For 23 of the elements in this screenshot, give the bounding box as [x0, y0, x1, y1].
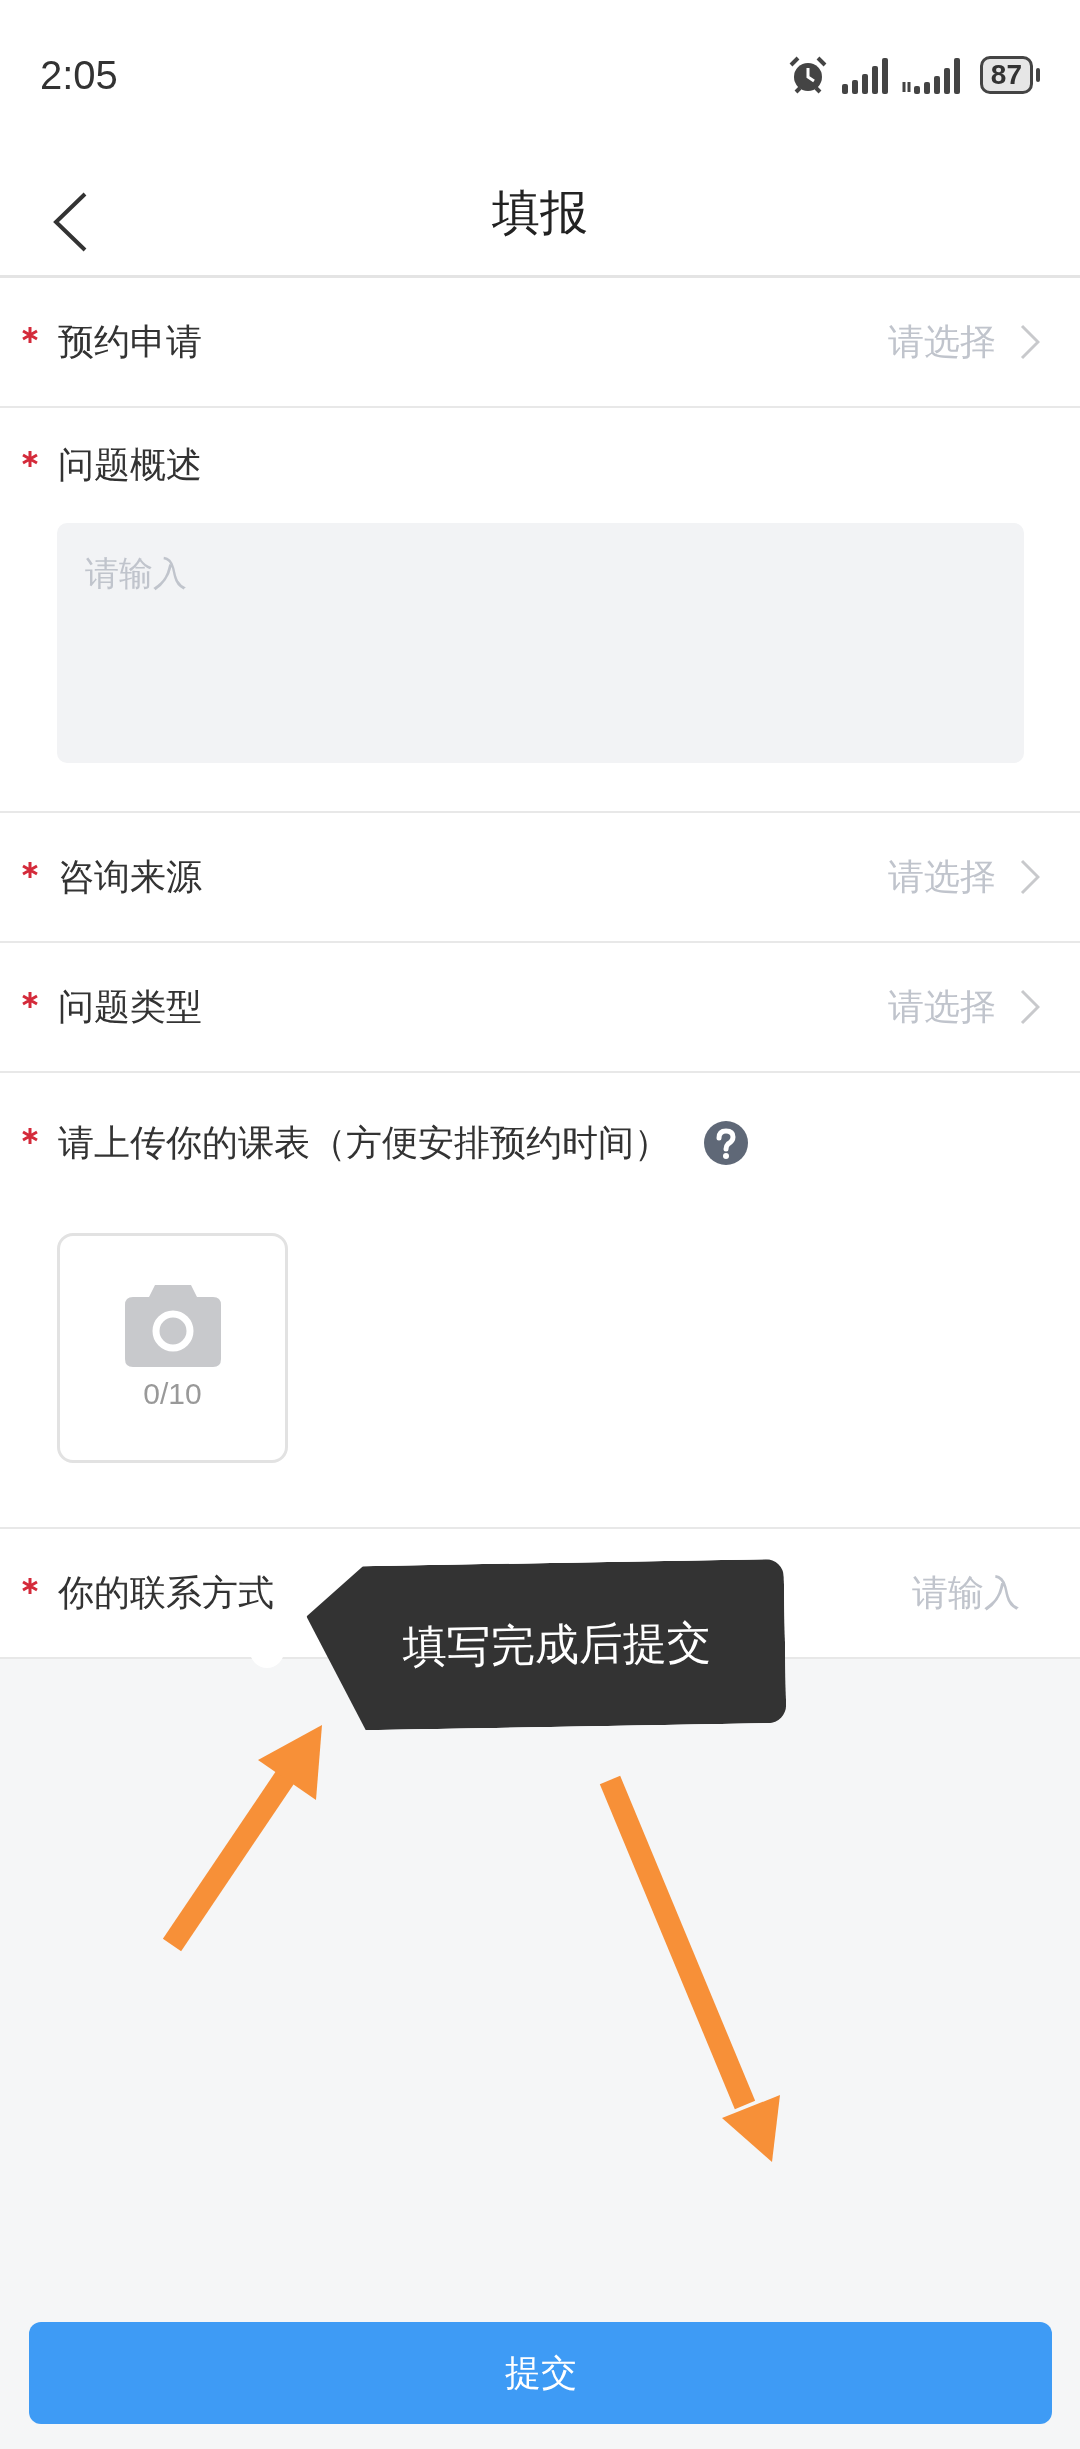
- tooltip: 填写完成后提交: [305, 1558, 787, 1732]
- alarm-icon: [787, 56, 828, 94]
- camera-icon: [124, 1285, 221, 1367]
- photo-upload-button[interactable]: 0/10: [57, 1233, 288, 1463]
- select-field[interactable]: 请选择: [888, 317, 1040, 367]
- select-field[interactable]: 请选择: [888, 982, 1040, 1032]
- signal-icon: [841, 56, 888, 94]
- status-time: 2:05: [40, 52, 118, 98]
- help-icon[interactable]: [704, 1121, 748, 1165]
- field-label: 请上传你的课表（方便安排预约时间）: [58, 1120, 670, 1165]
- chevron-right-icon: [1020, 324, 1040, 360]
- select-field[interactable]: 请选择: [888, 852, 1040, 902]
- field-label: 你的联系方式: [58, 1570, 274, 1615]
- submit-button[interactable]: 提交: [29, 2322, 1052, 2424]
- field-label: 咨询来源: [58, 854, 202, 899]
- back-icon[interactable]: [52, 192, 88, 252]
- page-title: 填报: [492, 184, 588, 241]
- field-label: 预约申请: [58, 319, 202, 364]
- chevron-right-icon: [1020, 989, 1040, 1025]
- field-label: 问题概述: [58, 443, 202, 487]
- field-label: 问题类型: [58, 984, 202, 1029]
- chevron-right-icon: [1020, 859, 1040, 895]
- battery-indicator: 87: [979, 56, 1040, 94]
